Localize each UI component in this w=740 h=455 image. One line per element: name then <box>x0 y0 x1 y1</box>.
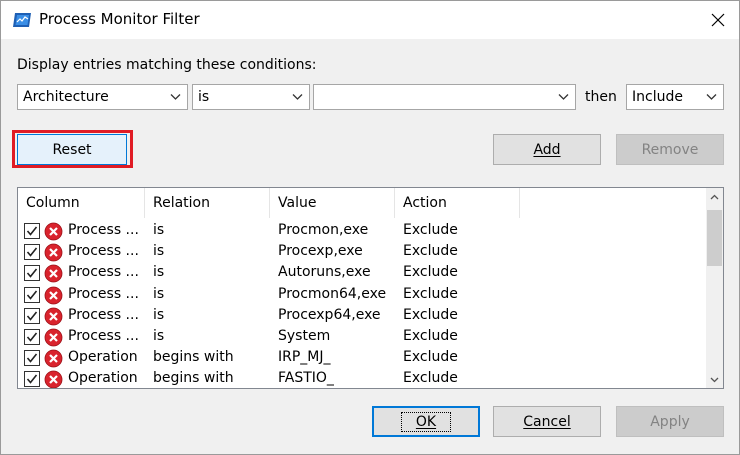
ok-button[interactable]: OK <box>372 406 480 437</box>
cancel-button[interactable]: Cancel <box>493 406 601 437</box>
cell-action: Exclude <box>403 285 458 302</box>
filter-list[interactable]: Column Relation Value Action Process ...… <box>17 187 724 389</box>
scroll-down-button[interactable] <box>706 371 723 388</box>
table-row[interactable]: Process ... is System Exclude <box>18 327 706 348</box>
cell-value: Procmon64,exe <box>278 285 387 302</box>
table-row[interactable]: Process ... is Procexp64,exe Exclude <box>18 306 706 327</box>
cell-action: Exclude <box>403 222 458 238</box>
table-row[interactable]: Operation begins with FASTIO_ Exclude <box>18 369 706 388</box>
filter-list-header: Column Relation Value Action <box>18 188 706 218</box>
cell-value: IRP_MJ_ <box>278 349 331 366</box>
column-combo[interactable]: Architecture <box>17 84 188 110</box>
action-combo[interactable]: Include <box>626 84 724 110</box>
process-monitor-filter-dialog: Process Monitor Filter Display entries m… <box>0 0 740 455</box>
reset-button-label: Reset <box>52 141 92 158</box>
column-combo-value: Architecture <box>23 89 109 105</box>
cell-value: Procmon,exe <box>278 222 369 238</box>
relation-header[interactable]: Relation <box>145 188 270 218</box>
cell-relation: is <box>153 285 165 302</box>
row-checkbox[interactable] <box>24 371 40 388</box>
row-checkbox[interactable] <box>24 244 40 261</box>
cell-relation: is <box>153 222 165 238</box>
cell-value: System <box>278 328 331 344</box>
cell-value: Procexp,exe <box>278 243 363 260</box>
table-row[interactable]: Process ... is Autoruns,exe Exclude <box>18 263 706 284</box>
cell-column: Process ... <box>68 306 139 323</box>
cell-relation: begins with <box>153 349 234 366</box>
table-row[interactable]: Process ... is Procexp,exe Exclude <box>18 242 706 263</box>
exclude-x-icon <box>44 307 63 326</box>
cell-value: Autoruns,exe <box>278 264 371 281</box>
column-header[interactable]: Column <box>18 188 145 218</box>
row-checkbox[interactable] <box>24 223 40 239</box>
row-checkbox[interactable] <box>24 307 40 324</box>
apply-button-label: Apply <box>650 413 690 430</box>
scroll-up-button[interactable] <box>706 188 723 205</box>
cell-action: Exclude <box>403 328 458 344</box>
add-button[interactable]: Add <box>493 134 601 165</box>
exclude-x-icon <box>44 286 63 305</box>
window-title: Process Monitor Filter <box>39 10 200 28</box>
then-label: then <box>585 89 617 105</box>
cell-relation: is <box>153 328 165 344</box>
exclude-x-icon <box>44 222 63 241</box>
cell-action: Exclude <box>403 349 458 366</box>
value-header[interactable]: Value <box>270 188 395 218</box>
cell-action: Exclude <box>403 306 458 323</box>
cell-value: FASTIO_ <box>278 370 334 387</box>
close-icon <box>711 13 725 27</box>
cell-column: Process ... <box>68 264 139 281</box>
remove-button-label: Remove <box>641 141 699 158</box>
exclude-x-icon <box>44 243 63 262</box>
cell-relation: is <box>153 306 165 323</box>
ok-button-label: OK <box>400 411 452 432</box>
chevron-down-icon <box>292 94 303 100</box>
remove-button[interactable]: Remove <box>616 134 724 165</box>
cell-column: Process ... <box>68 243 139 260</box>
table-row[interactable]: Process ... is Procmon64,exe Exclude <box>18 285 706 306</box>
cell-action: Exclude <box>403 243 458 260</box>
vertical-scrollbar[interactable] <box>706 188 723 388</box>
cell-column: Process ... <box>68 328 139 344</box>
cell-column: Process ... <box>68 285 139 302</box>
exclude-x-icon <box>44 349 63 368</box>
action-combo-value: Include <box>632 89 683 105</box>
chevron-down-icon <box>558 94 569 100</box>
chevron-down-icon <box>170 94 181 100</box>
cell-action: Exclude <box>403 264 458 281</box>
table-row[interactable]: Process ... is Procmon,exe Exclude <box>18 221 706 242</box>
close-button[interactable] <box>695 1 740 39</box>
chevron-down-icon <box>710 377 719 382</box>
add-button-label: Add <box>533 141 561 158</box>
cell-relation: begins with <box>153 370 234 387</box>
exclude-x-icon <box>44 328 63 347</box>
chevron-down-icon <box>706 94 717 100</box>
cell-column: Operation <box>68 370 138 387</box>
conditions-label: Display entries matching these condition… <box>17 57 317 73</box>
chevron-up-icon <box>710 194 719 199</box>
cell-relation: is <box>153 243 165 260</box>
cell-column: Process ... <box>68 222 139 238</box>
relation-combo-value: is <box>198 89 210 105</box>
row-checkbox[interactable] <box>24 286 40 303</box>
apply-button[interactable]: Apply <box>616 406 724 437</box>
row-checkbox[interactable] <box>24 265 40 282</box>
row-checkbox[interactable] <box>24 329 40 345</box>
cell-relation: is <box>153 264 165 281</box>
process-monitor-icon <box>12 12 32 28</box>
cancel-button-label: Cancel <box>523 413 571 430</box>
title-bar: Process Monitor Filter <box>1 1 739 39</box>
relation-combo[interactable]: is <box>192 84 310 110</box>
cell-column: Operation <box>68 349 138 366</box>
scroll-thumb[interactable] <box>707 210 722 266</box>
cell-value: Procexp64,exe <box>278 306 381 323</box>
reset-button[interactable]: Reset <box>17 134 127 165</box>
exclude-x-icon <box>44 370 63 388</box>
exclude-x-icon <box>44 264 63 283</box>
table-row[interactable]: Operation begins with IRP_MJ_ Exclude <box>18 348 706 369</box>
cell-action: Exclude <box>403 370 458 387</box>
value-combo[interactable] <box>313 84 576 110</box>
action-header[interactable]: Action <box>395 188 520 218</box>
row-checkbox[interactable] <box>24 350 40 367</box>
